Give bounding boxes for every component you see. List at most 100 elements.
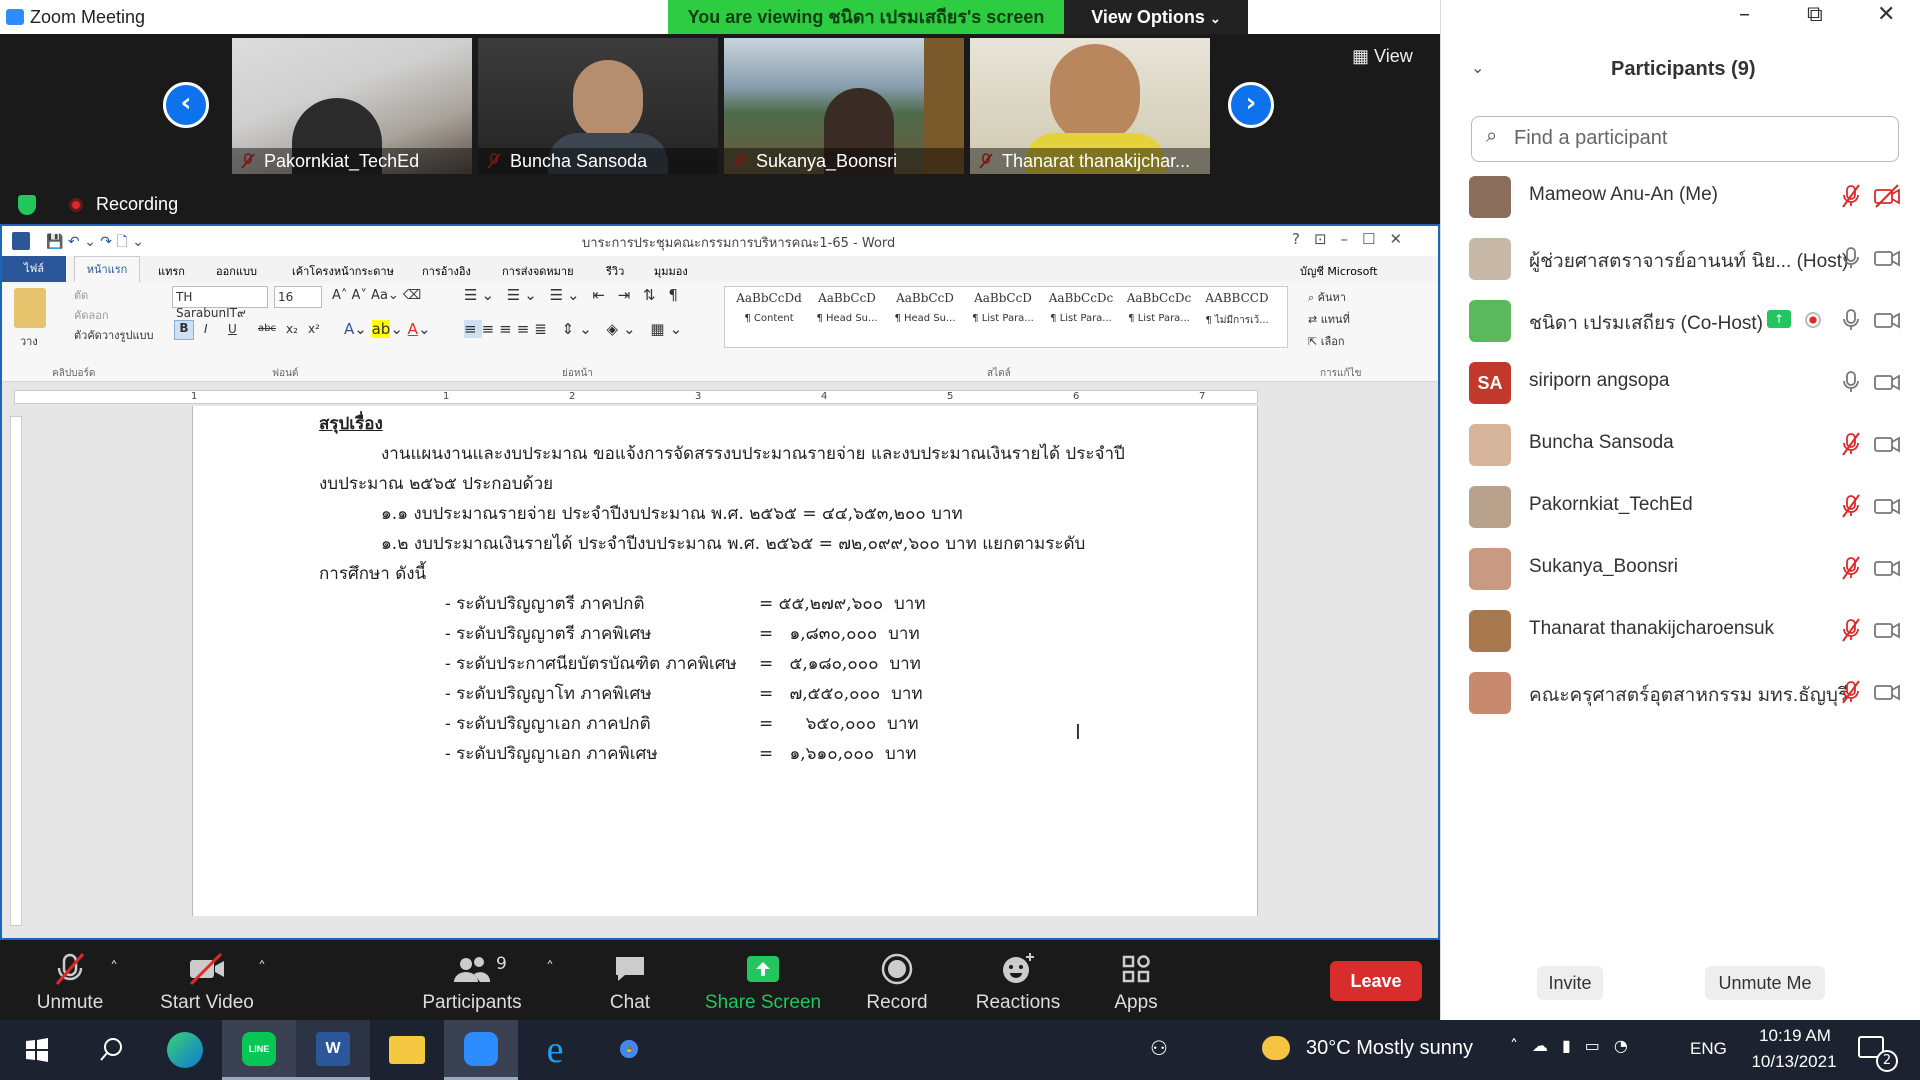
- video-off-icon[interactable]: [1873, 184, 1901, 208]
- participants-options-caret[interactable]: ˄: [546, 958, 554, 977]
- tab-file[interactable]: ไฟล์: [2, 256, 66, 282]
- start-video-button[interactable]: Start Video: [152, 940, 262, 1020]
- share-screen-button[interactable]: Share Screen: [700, 940, 826, 1020]
- participant-search-input[interactable]: ⌕ Find a participant: [1471, 116, 1899, 162]
- horizontal-ruler[interactable]: 1 1 2 3 4 5 6 7: [14, 390, 1258, 404]
- close-button[interactable]: ✕: [1877, 2, 1895, 27]
- file-explorer-taskbar-icon[interactable]: [370, 1020, 444, 1080]
- chrome-taskbar-icon[interactable]: [592, 1020, 666, 1080]
- system-tray-icons[interactable]: ˄☁▮▭◔: [1510, 1036, 1642, 1055]
- mic-muted-icon[interactable]: [1839, 494, 1863, 518]
- participant-row[interactable]: ผู้ช่วยศาสตราจารย์อานนท์ นิย... (Host): [1441, 228, 1919, 290]
- tab-design[interactable]: ออกแบบ: [216, 262, 257, 280]
- video-icon[interactable]: [1873, 246, 1901, 270]
- participant-row[interactable]: คณะครุศาสตร์อุตสาหกรรม มทร.ธัญบุรี: [1441, 662, 1919, 724]
- replace-button[interactable]: ⇄ แทนที่: [1308, 310, 1350, 328]
- participant-row[interactable]: Pakornkiat_TechEd: [1441, 476, 1919, 538]
- invite-button[interactable]: Invite: [1537, 966, 1603, 1000]
- audio-options-caret[interactable]: ˄: [110, 958, 118, 977]
- mic-muted-icon[interactable]: [1839, 432, 1863, 456]
- word-window-controls[interactable]: ?⊡–☐✕: [1292, 230, 1416, 248]
- clock-time[interactable]: 10:19 AM: [1750, 1026, 1840, 1046]
- mic-muted-icon[interactable]: [1839, 556, 1863, 580]
- tab-mailings[interactable]: การส่งจดหมาย: [502, 262, 574, 280]
- mic-muted-icon[interactable]: [1839, 680, 1863, 704]
- tab-home[interactable]: หน้าแรก: [74, 256, 140, 282]
- word-taskbar-icon[interactable]: W: [296, 1020, 370, 1080]
- participant-row[interactable]: Thanarat thanakijcharoensuk: [1441, 600, 1919, 662]
- people-icon[interactable]: ⚇: [1150, 1036, 1168, 1060]
- mic-muted-icon[interactable]: [1839, 618, 1863, 642]
- alignment-buttons[interactable]: ≡≡≡≡≣ ⇕⌄ ◈⌄ ▦⌄: [464, 320, 687, 338]
- video-icon[interactable]: [1873, 370, 1901, 394]
- ie-taskbar-icon[interactable]: e: [518, 1020, 592, 1080]
- subscript-button[interactable]: x₂: [286, 322, 298, 336]
- view-button[interactable]: ▦ View: [1352, 46, 1413, 67]
- leave-button[interactable]: Leave: [1330, 961, 1422, 1001]
- text-effects-color-buttons[interactable]: A⌄ ab⌄ A⌄: [344, 320, 431, 338]
- participant-row[interactable]: Sukanya_Boonsri: [1441, 538, 1919, 600]
- strikethrough-button[interactable]: abc: [258, 323, 276, 334]
- reactions-button[interactable]: Reactions: [970, 940, 1066, 1020]
- unmute-button[interactable]: Unmute: [20, 940, 120, 1020]
- record-button[interactable]: Record: [856, 940, 938, 1020]
- video-thumbnail[interactable]: Buncha Sansoda: [478, 38, 718, 174]
- paste-label[interactable]: วาง: [20, 332, 38, 350]
- video-icon[interactable]: [1873, 308, 1901, 332]
- video-icon[interactable]: [1873, 556, 1901, 580]
- start-button[interactable]: [0, 1020, 74, 1080]
- search-taskbar-button[interactable]: [74, 1020, 148, 1080]
- quick-access-toolbar[interactable]: 💾 ↶ ⌄ ↷ 🗋 ⌄: [46, 231, 144, 255]
- unmute-me-button[interactable]: Unmute Me: [1705, 966, 1825, 1000]
- cut-button[interactable]: ตัด: [74, 286, 88, 304]
- superscript-button[interactable]: x²: [308, 322, 320, 336]
- video-thumbnail[interactable]: Sukanya_Boonsri: [724, 38, 964, 174]
- mic-muted-icon[interactable]: [1839, 184, 1863, 208]
- select-button[interactable]: ⇱ เลือก: [1308, 332, 1345, 350]
- copy-button[interactable]: คัดลอก: [74, 306, 109, 324]
- mic-icon[interactable]: [1839, 246, 1863, 270]
- document-page[interactable]: สรุปเรื่อง งานแผนงานและงบประมาณ ขอแจ้งกา…: [192, 406, 1258, 916]
- prev-page-button[interactable]: ‹: [163, 82, 209, 128]
- maximize-button[interactable]: ⧉: [1807, 2, 1823, 27]
- participant-row[interactable]: Mameow Anu-An (Me): [1441, 166, 1919, 228]
- font-size-buttons[interactable]: A˄ A˅ Aa⌄ ⌫: [332, 288, 421, 303]
- list-indent-buttons[interactable]: ☰⌄ ☰⌄ ☰⌄ ⇤ ⇥ ⇅ ¶: [464, 286, 682, 304]
- find-button[interactable]: ⌕ ค้นหา: [1308, 288, 1346, 306]
- participant-row[interactable]: SA siriporn angsopa: [1441, 352, 1919, 414]
- video-icon[interactable]: [1873, 618, 1901, 642]
- account-label[interactable]: บัญชี Microsoft: [1300, 262, 1377, 280]
- video-thumbnail[interactable]: Pakornkiat_TechEd: [232, 38, 472, 174]
- language-indicator[interactable]: ENG: [1690, 1039, 1727, 1059]
- participant-row[interactable]: Buncha Sansoda: [1441, 414, 1919, 476]
- font-size-select[interactable]: 16: [274, 286, 322, 308]
- underline-button[interactable]: U: [228, 322, 237, 336]
- mic-icon[interactable]: [1839, 308, 1863, 332]
- video-icon[interactable]: [1873, 432, 1901, 456]
- zoom-taskbar-icon[interactable]: [444, 1020, 518, 1080]
- view-options-button[interactable]: View Options ⌄: [1064, 0, 1248, 34]
- next-page-button[interactable]: ›: [1228, 82, 1274, 128]
- style-item[interactable]: AaBbCcD ¶ List Para...: [965, 291, 1041, 324]
- font-name-select[interactable]: TH SarabunIT๙: [172, 286, 268, 320]
- video-icon[interactable]: [1873, 494, 1901, 518]
- line-taskbar-icon[interactable]: LINE: [222, 1020, 296, 1080]
- tab-review[interactable]: รีวิว: [606, 262, 624, 280]
- style-item[interactable]: AaBbCcDc ¶ List Para...: [1121, 291, 1197, 324]
- style-item[interactable]: AaBbCcDc ¶ List Para...: [1043, 291, 1119, 324]
- weather-text[interactable]: 30°C Mostly sunny: [1306, 1037, 1473, 1060]
- video-thumbnail[interactable]: Thanarat thanakijchar...: [970, 38, 1210, 174]
- tab-view[interactable]: มุมมอง: [654, 262, 688, 280]
- style-item[interactable]: AaBbCcD ¶ Head Su...: [887, 291, 963, 324]
- video-icon[interactable]: [1873, 680, 1901, 704]
- tab-layout[interactable]: เค้าโครงหน้ากระดาษ: [292, 262, 394, 280]
- chat-button[interactable]: Chat: [590, 940, 670, 1020]
- edge-taskbar-icon[interactable]: [148, 1020, 222, 1080]
- collapse-panel-chevron-icon[interactable]: ⌄: [1471, 58, 1484, 77]
- bold-button[interactable]: B: [174, 320, 194, 340]
- participants-button[interactable]: Participants: [416, 940, 528, 1020]
- style-item[interactable]: AaBbCcDd ¶ Content: [731, 291, 807, 324]
- participant-row[interactable]: ชนิดา เปรมเสถียร (Co-Host) ↑: [1441, 290, 1919, 352]
- tab-insert[interactable]: แทรก: [158, 262, 185, 280]
- apps-button[interactable]: Apps: [1096, 940, 1176, 1020]
